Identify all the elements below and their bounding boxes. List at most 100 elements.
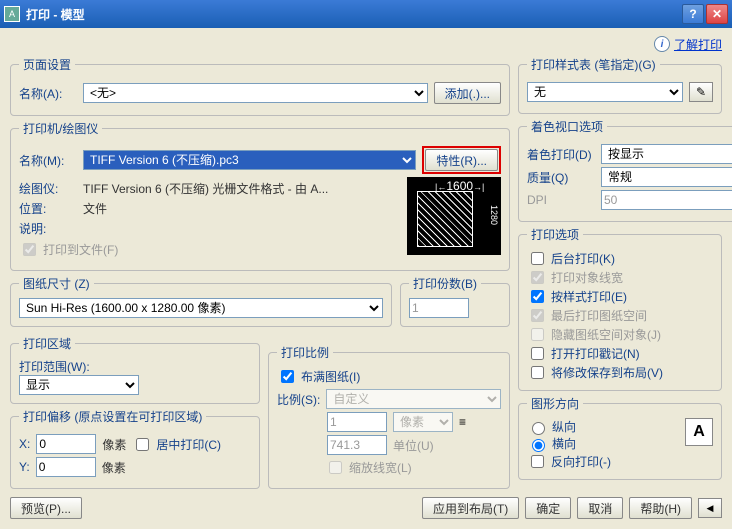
chevron-left-icon: ◀ — [707, 503, 714, 514]
bg-print-checkbox[interactable] — [531, 252, 544, 265]
scale-unit-select: 像素 — [393, 412, 453, 432]
stamp-label: 打开打印戳记(N) — [551, 345, 640, 362]
app-icon: A — [4, 6, 20, 22]
preview-button[interactable]: 预览(P)... — [10, 497, 82, 519]
quality-label: 质量(Q) — [527, 169, 595, 186]
dpi-input — [601, 190, 732, 210]
add-page-setup-button[interactable]: 添加(.)... — [434, 82, 501, 104]
last-checkbox — [531, 309, 544, 322]
paper-size-group: 图纸尺寸 (Z) Sun Hi-Res (1600.00 x 1280.00 像… — [10, 275, 392, 327]
preview-height: 1280 — [489, 205, 499, 225]
learn-link[interactable]: 了解打印 — [674, 36, 722, 53]
center-plot-checkbox[interactable] — [136, 438, 149, 451]
expand-button[interactable]: ◀ — [698, 498, 722, 518]
paper-preview: |←1600→| 1280 — [407, 177, 501, 255]
scale-equals: ≡ — [459, 415, 466, 429]
save-layout-label: 将修改保存到布局(V) — [551, 364, 663, 381]
style-table-group: 打印样式表 (笔指定)(G) 无 ✎ — [518, 56, 722, 114]
printer-properties-button[interactable]: 特性(R)... — [425, 149, 498, 171]
shade-label: 着色打印(D) — [527, 146, 595, 163]
window-title: 打印 - 模型 — [26, 6, 680, 23]
plot-area-legend: 打印区域 — [19, 335, 75, 352]
apply-layout-button[interactable]: 应用到布局(T) — [422, 497, 519, 519]
scale-group: 打印比例 布满图纸(I) 比例(S):自定义 像素≡ 单位(U) 缩放线宽(L) — [268, 344, 510, 489]
printer-group: 打印机/绘图仪 名称(M): TIFF Version 6 (不压缩).pc3 … — [10, 120, 510, 271]
scale-lw-checkbox — [329, 461, 342, 474]
last-label: 最后打印图纸空间 — [551, 307, 647, 324]
printer-name-label: 名称(M): — [19, 152, 77, 169]
style-table-select[interactable]: 无 — [527, 82, 683, 102]
portrait-radio[interactable] — [532, 422, 545, 435]
plot-area-group: 打印区域 打印范围(W): 显示 — [10, 335, 260, 404]
stamp-checkbox[interactable] — [531, 347, 544, 360]
shade-select[interactable]: 按显示 — [601, 144, 732, 164]
scale-ratio-label: 比例(S): — [277, 391, 320, 408]
page-name-select[interactable]: <无> — [83, 83, 428, 103]
plotter-value: TIFF Version 6 (不压缩) 光栅文件格式 - 由 A... — [83, 180, 328, 197]
lw-checkbox — [531, 271, 544, 284]
plot-range-label: 打印范围(W): — [19, 358, 251, 375]
copies-legend: 打印份数(B) — [409, 275, 481, 292]
help-footer-button[interactable]: 帮助(H) — [629, 497, 692, 519]
offset-legend: 打印偏移 (原点设置在可打印区域) — [19, 408, 206, 425]
desc-label: 说明: — [19, 220, 77, 237]
plot-range-select[interactable]: 显示 — [19, 375, 139, 395]
style-edit-button[interactable]: ✎ — [689, 82, 713, 102]
scale-ratio-select: 自定义 — [326, 389, 501, 409]
info-icon: i — [654, 36, 670, 52]
printer-name-select[interactable]: TIFF Version 6 (不压缩).pc3 — [83, 150, 416, 170]
cancel-button[interactable]: 取消 — [577, 497, 623, 519]
paper-size-select[interactable]: Sun Hi-Res (1600.00 x 1280.00 像素) — [19, 298, 383, 318]
scale-denom-input — [327, 435, 387, 455]
hide-checkbox — [531, 328, 544, 341]
scale-denom-unit: 单位(U) — [393, 437, 434, 454]
printer-legend: 打印机/绘图仪 — [19, 120, 102, 137]
portrait-label: 纵向 — [552, 418, 576, 435]
offset-group: 打印偏移 (原点设置在可打印区域) X: 像素 居中打印(C) Y: 像素 — [10, 408, 260, 489]
offset-x-label: X: — [19, 437, 30, 451]
landscape-radio[interactable] — [532, 439, 545, 452]
paper-size-legend: 图纸尺寸 (Z) — [19, 275, 94, 292]
page-setup-legend: 页面设置 — [19, 56, 75, 73]
options-legend: 打印选项 — [527, 226, 583, 243]
print-to-file-label: 打印到文件(F) — [43, 241, 118, 258]
location-label: 位置: — [19, 200, 77, 217]
reverse-label: 反向打印(-) — [551, 453, 611, 470]
reverse-checkbox[interactable] — [531, 455, 544, 468]
scale-lw-label: 缩放线宽(L) — [349, 459, 412, 476]
viewport-group: 着色视口选项 着色打印(D) 按显示 质量(Q) 常规 DPI — [518, 118, 732, 222]
hide-label: 隐藏图纸空间对象(J) — [551, 326, 661, 343]
fit-paper-checkbox[interactable] — [281, 370, 294, 383]
plotter-label: 绘图仪: — [19, 180, 77, 197]
save-layout-checkbox[interactable] — [531, 366, 544, 379]
style-print-checkbox[interactable] — [531, 290, 544, 303]
scale-num-input — [327, 412, 387, 432]
bg-print-label: 后台打印(K) — [551, 250, 615, 267]
ok-button[interactable]: 确定 — [525, 497, 571, 519]
lw-label: 打印对象线宽 — [551, 269, 623, 286]
copies-group: 打印份数(B) — [400, 275, 510, 327]
page-setup-group: 页面设置 名称(A): <无> 添加(.)... — [10, 56, 510, 116]
page-name-label: 名称(A): — [19, 85, 77, 102]
orientation-group: 图形方向 纵向 横向 反向打印(-) A — [518, 395, 722, 480]
quality-select[interactable]: 常规 — [601, 167, 732, 187]
options-group: 打印选项 后台打印(K) 打印对象线宽 按样式打印(E) 最后打印图纸空间 隐藏… — [518, 226, 722, 391]
offset-y-input[interactable] — [36, 457, 96, 477]
style-table-legend: 打印样式表 (笔指定)(G) — [527, 56, 660, 73]
close-button[interactable]: ✕ — [706, 4, 728, 24]
titlebar: A 打印 - 模型 ? ✕ — [0, 0, 732, 28]
dpi-label: DPI — [527, 193, 595, 207]
landscape-label: 横向 — [552, 435, 576, 452]
center-plot-label: 居中打印(C) — [156, 436, 221, 453]
offset-x-input[interactable] — [36, 434, 96, 454]
offset-x-unit: 像素 — [102, 436, 126, 453]
preview-hatch — [417, 191, 473, 247]
offset-y-unit: 像素 — [102, 459, 126, 476]
help-button[interactable]: ? — [682, 4, 704, 24]
orientation-legend: 图形方向 — [527, 395, 583, 412]
location-value: 文件 — [83, 200, 107, 217]
offset-y-label: Y: — [19, 460, 30, 474]
fit-paper-label: 布满图纸(I) — [301, 368, 360, 385]
style-print-label: 按样式打印(E) — [551, 288, 627, 305]
viewport-legend: 着色视口选项 — [527, 118, 607, 135]
